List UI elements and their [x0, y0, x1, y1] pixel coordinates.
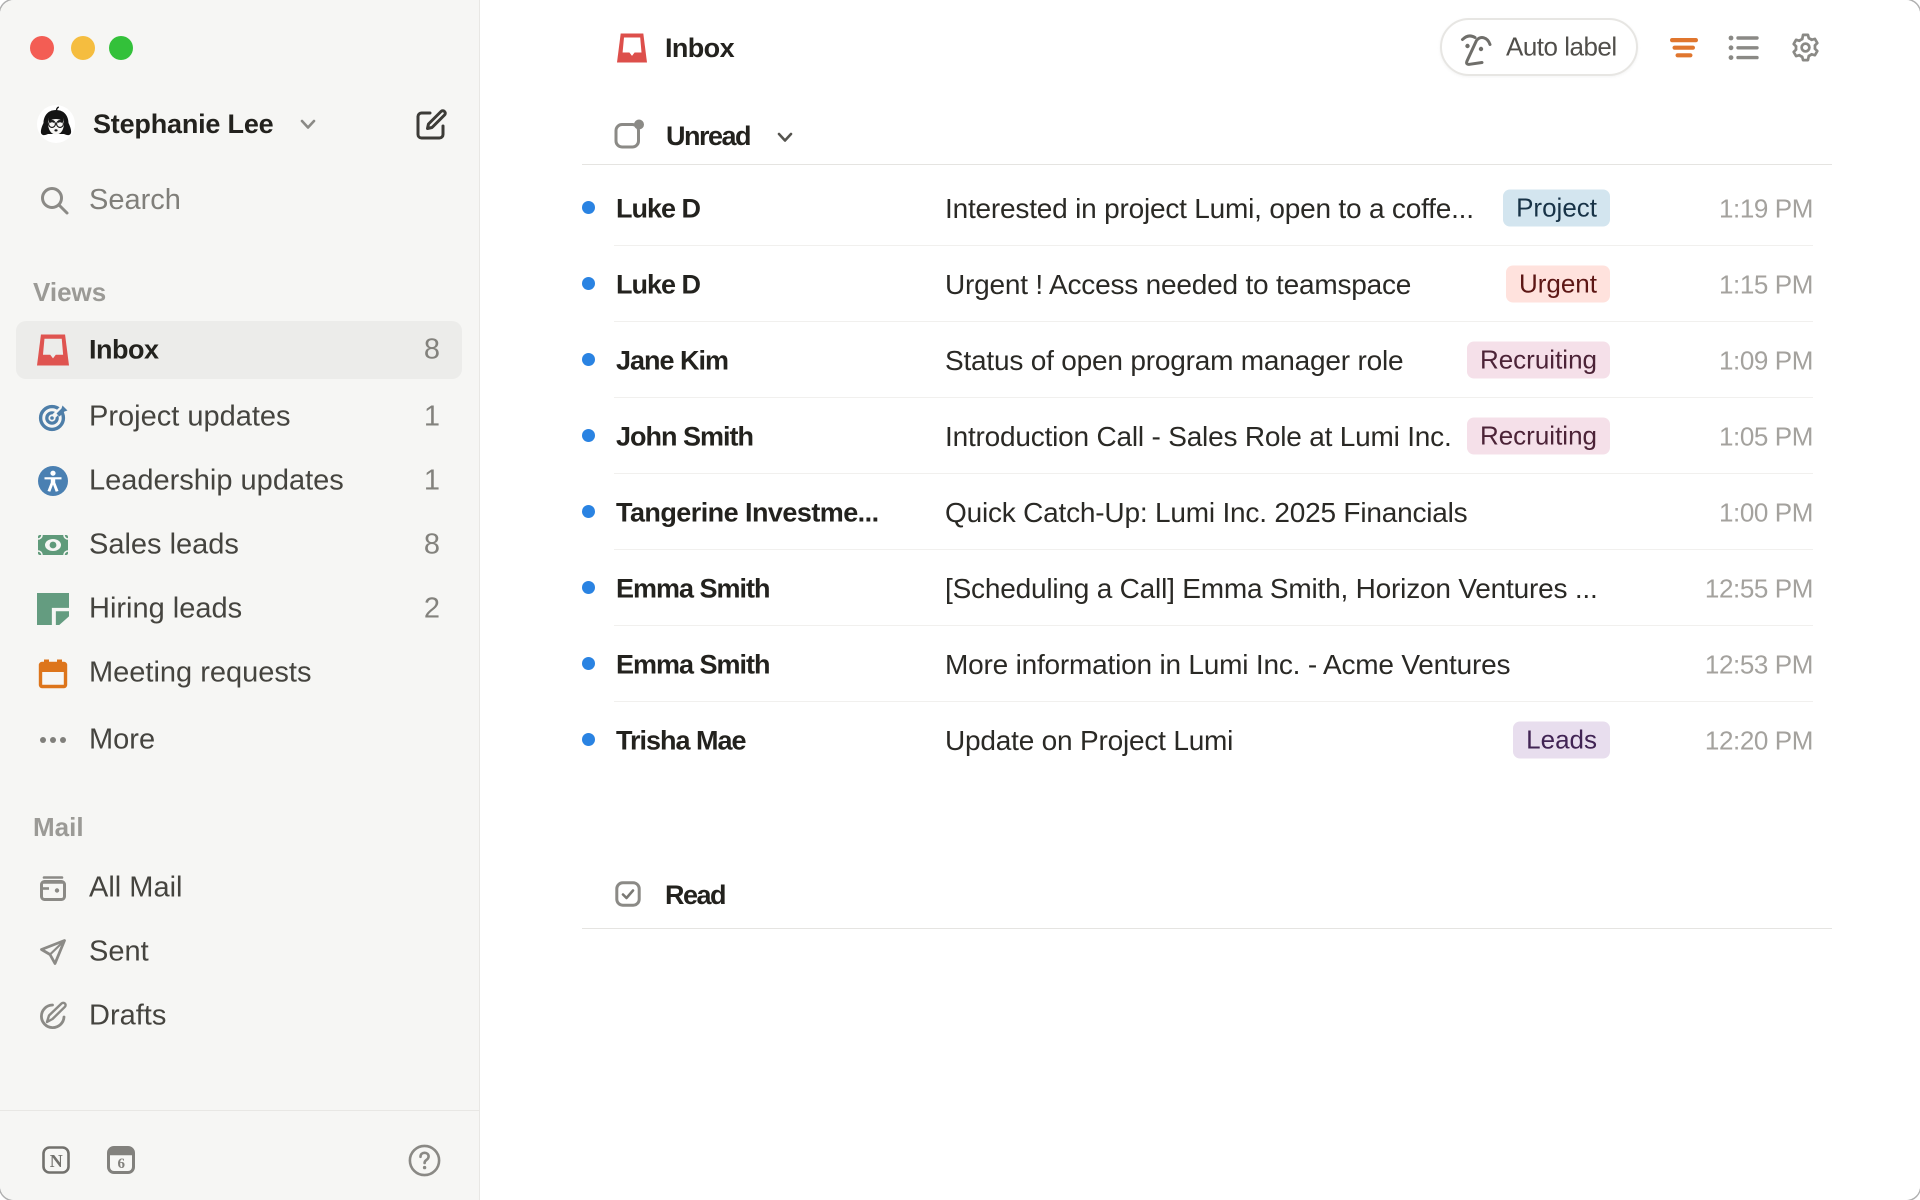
svg-text:6: 6	[117, 1156, 125, 1172]
svg-text:N: N	[50, 1151, 63, 1171]
